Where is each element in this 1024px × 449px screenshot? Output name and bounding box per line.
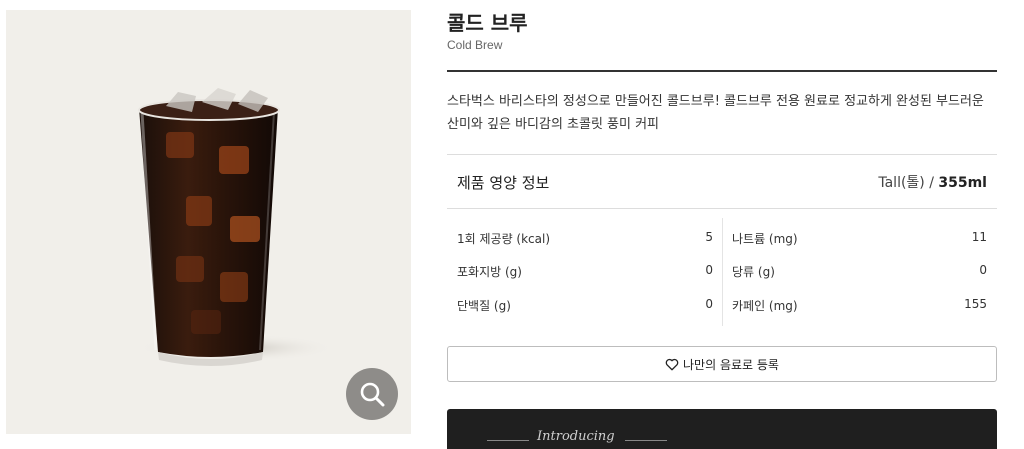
nutrition-value: 155 (964, 297, 987, 311)
title-divider (447, 70, 997, 72)
nutrition-label: 카페인 (mg) (732, 299, 798, 313)
nutrition-label: 당류 (g) (732, 265, 775, 279)
product-subtitle: Cold Brew (447, 38, 503, 52)
zoom-button[interactable] (346, 368, 398, 420)
nutrition-label: 1회 제공량 (kcal) (457, 232, 551, 246)
serving-size: Tall(톨) / 355ml (878, 172, 987, 192)
nutrition-value: 5 (705, 230, 713, 244)
nutrition-value: 0 (705, 263, 713, 277)
add-to-my-drinks-button[interactable]: 나만의 음료로 등록 (447, 346, 997, 382)
divider (447, 208, 997, 209)
nutrition-row: 1회 제공량 (kcal) 5 나트륨 (mg) 11 (447, 226, 997, 250)
search-icon (360, 382, 385, 407)
nutrition-value: 11 (971, 230, 987, 244)
serving-size-value: 355ml (938, 175, 987, 191)
nutrition-row: 포화지방 (g) 0 당류 (g) 0 (447, 259, 997, 283)
nutrition-label: 나트륨 (mg) (732, 232, 798, 246)
cold-brew-cup-image (136, 88, 336, 366)
product-image-panel (6, 10, 411, 434)
nutrition-label: 단백질 (g) (457, 299, 511, 313)
serving-size-label: Tall(톨) / (878, 175, 939, 191)
nutrition-value: 0 (705, 297, 713, 311)
banner-decor-line (487, 440, 529, 441)
nutrition-label: 포화지방 (g) (457, 265, 522, 279)
nutrition-heading: 제품 영양 정보 (457, 174, 550, 192)
product-description: 스타벅스 바리스타의 정성으로 만들어진 콜드브루! 콜드브루 전용 원료로 정… (447, 94, 984, 132)
divider (447, 154, 997, 155)
promo-banner[interactable]: Introducing (447, 409, 997, 449)
banner-decor-line (625, 440, 667, 441)
nutrition-value: 0 (979, 263, 987, 277)
add-to-my-drinks-label: 나만의 음료로 등록 (683, 357, 779, 372)
product-title: 콜드 브루 (447, 11, 528, 35)
nutrition-row: 단백질 (g) 0 카페인 (mg) 155 (447, 293, 997, 317)
heart-outline-icon (665, 358, 679, 370)
